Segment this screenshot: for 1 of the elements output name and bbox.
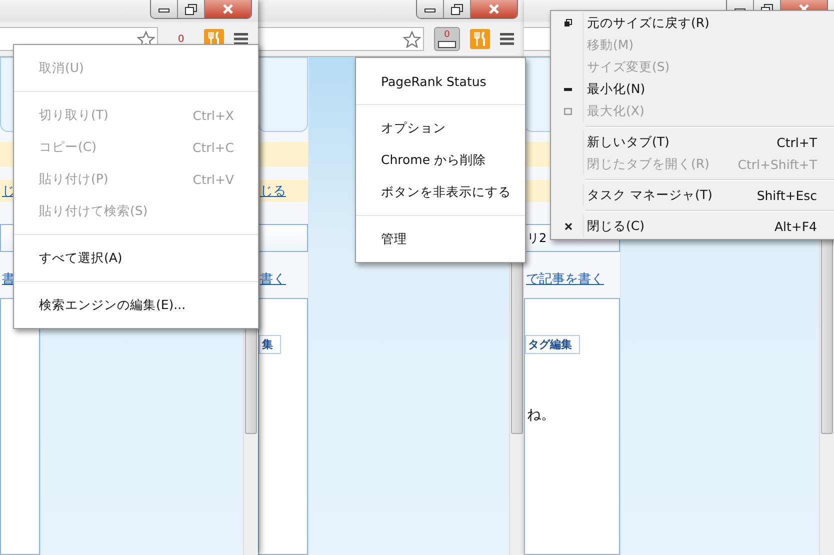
body-text: ね。 [526,406,555,424]
